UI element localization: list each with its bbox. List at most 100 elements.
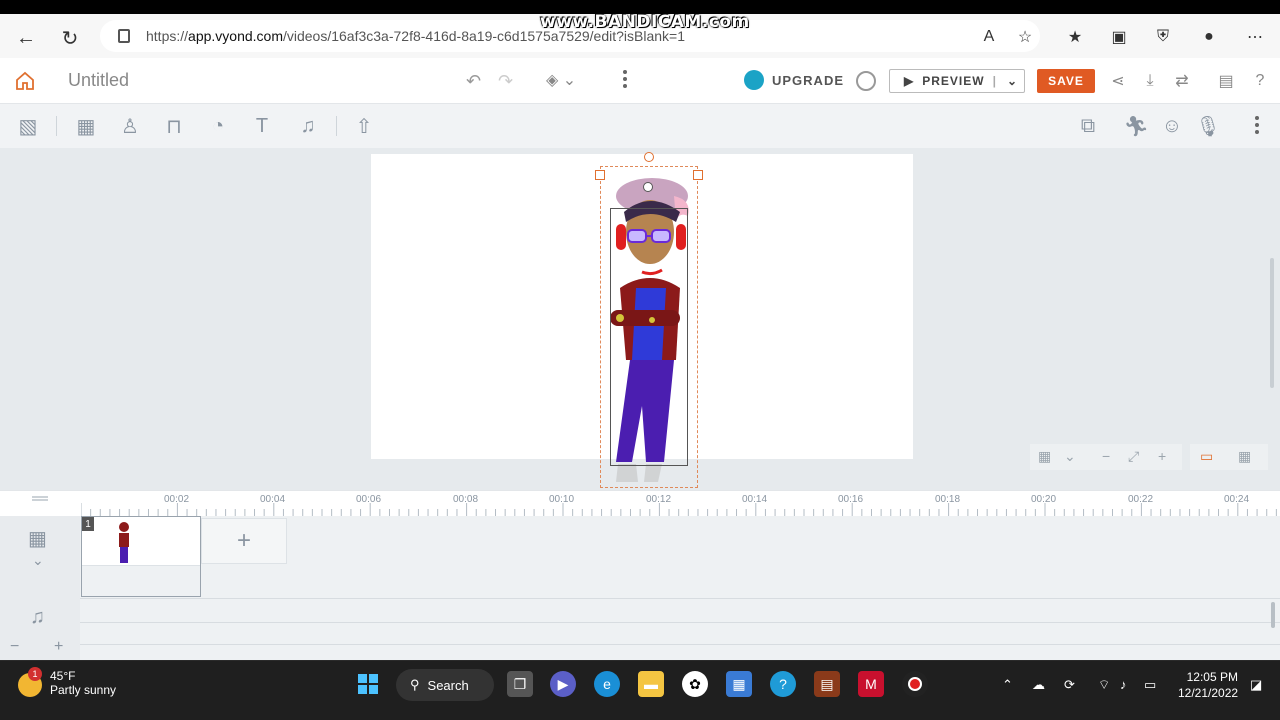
file-explorer-icon[interactable]: ▬ — [638, 671, 664, 697]
zoom-out-timeline[interactable]: − — [10, 638, 19, 656]
add-scene-button[interactable]: + — [201, 518, 287, 564]
openai-icon[interactable]: ✿ — [682, 671, 708, 697]
read-aloud-icon[interactable]: A — [978, 26, 1000, 48]
crop-handle[interactable] — [643, 182, 653, 192]
single-view-icon[interactable]: ▭ — [1200, 448, 1213, 465]
scene-number: 1 — [82, 517, 94, 531]
undo-icon[interactable]: ↶ — [466, 71, 481, 92]
weather-text: 45°F Partly sunny — [50, 669, 116, 697]
layers-icon[interactable]: ◈ ⌄ — [546, 70, 576, 90]
multi-view-icon[interactable]: ▦ — [1238, 448, 1251, 465]
chevron-up-icon[interactable]: ⌃ — [1002, 677, 1013, 693]
notification-icon[interactable]: ◪ — [1250, 677, 1262, 693]
add-favorite-icon[interactable]: ☆ — [1014, 26, 1036, 48]
search-icon: ⚲ — [410, 677, 420, 692]
grid-icon[interactable]: ▦ — [1038, 448, 1051, 465]
backgrounds-icon[interactable]: ▦ — [74, 114, 98, 138]
help-icon[interactable]: ? — [1250, 70, 1270, 92]
redo-icon[interactable]: ↷ — [498, 71, 513, 92]
audio-icon[interactable]: ♫ — [296, 114, 320, 138]
weather-badge: 1 — [28, 667, 42, 681]
start-icon[interactable] — [355, 671, 381, 697]
timeline-ruler[interactable]: 00:02 00:04 00:06 00:08 00:10 00:12 00:1… — [0, 490, 1280, 517]
characters-icon[interactable]: ♙ — [118, 114, 142, 138]
chevron-down-icon[interactable]: ⌄ — [32, 552, 44, 569]
toolbar-divider — [336, 116, 337, 136]
upload-icon[interactable]: ⇧ — [352, 114, 376, 138]
settings-icon[interactable] — [856, 71, 876, 91]
chevron-down-icon[interactable]: ⌄ — [1007, 74, 1018, 88]
microphone-icon[interactable]: 🎙︎ — [1195, 114, 1220, 138]
record-icon[interactable] — [902, 671, 928, 697]
preview-label: PREVIEW — [922, 74, 985, 88]
search-label: Search — [427, 677, 469, 693]
app-header: Untitled ↶ ↷ ◈ ⌄ UPGRADE ▶ PREVIEW | ⌄ S… — [0, 58, 1280, 104]
crop-box — [610, 208, 688, 466]
zoom-controls: ▦ ⌄ − ⤢ + — [1030, 444, 1182, 470]
expression-icon[interactable]: ☺ — [1160, 114, 1184, 138]
view-toggle: ▭ ▦ — [1190, 444, 1268, 470]
download-icon[interactable]: ⤓ — [1140, 70, 1160, 92]
weather-widget[interactable]: 1 45°F Partly sunny — [18, 667, 116, 697]
play-icon: ▶ — [904, 74, 915, 88]
profile-icon[interactable]: ● — [1198, 26, 1220, 48]
chat-icon[interactable]: ▶ — [550, 671, 576, 697]
favorites-icon[interactable]: ★ — [1064, 26, 1086, 48]
chevron-down-icon[interactable]: ⌄ — [1064, 448, 1076, 465]
mcafee-icon[interactable]: M — [858, 671, 884, 697]
bandicam-watermark: www.BANDICAM.com — [540, 12, 750, 32]
onedrive-icon[interactable]: ☁ — [1032, 677, 1045, 693]
scene-track-icon[interactable]: ▦ — [28, 526, 47, 551]
text-icon[interactable]: T — [250, 114, 274, 138]
charts-icon[interactable]: ◔ — [206, 114, 230, 138]
toolbar-more-icon[interactable] — [1254, 116, 1260, 134]
help-app-icon[interactable]: ? — [770, 671, 796, 697]
weather-desc: Partly sunny — [50, 683, 117, 697]
share-icon[interactable]: ⋖ — [1108, 70, 1128, 92]
translate-icon[interactable]: ⇄ — [1172, 70, 1192, 92]
taskbar-search[interactable]: ⚲ Search — [396, 669, 494, 701]
collections-icon[interactable]: ▣ — [1108, 26, 1130, 48]
back-icon[interactable]: ← — [14, 26, 38, 50]
reload-icon[interactable]: ↻ — [58, 26, 82, 50]
notes-icon[interactable]: ▤ — [1216, 70, 1236, 92]
action-icon[interactable]: 🏃︎ — [1123, 114, 1148, 138]
timeline: ▦ ⌄ ♫ − + 1 + — [0, 516, 1280, 660]
toolbar-divider — [56, 116, 57, 136]
save-button[interactable]: SAVE — [1037, 69, 1095, 93]
weather-temp: 45°F — [50, 669, 76, 683]
zoom-in-timeline[interactable]: + — [54, 638, 63, 656]
audio-track-icon[interactable]: ♫ — [30, 606, 45, 629]
battery-icon[interactable]: ▭ — [1144, 677, 1156, 693]
wifi-icon[interactable]: ⌔ — [1098, 677, 1110, 693]
more-menu-icon[interactable] — [622, 70, 628, 88]
templates-icon[interactable]: ▧ — [16, 114, 40, 138]
props-icon[interactable]: ⊓ — [162, 114, 186, 138]
ruler-handle[interactable] — [32, 496, 48, 498]
stage-scrollbar[interactable] — [1270, 258, 1274, 388]
swap-icon[interactable]: ⧉ — [1076, 114, 1100, 138]
sync-icon[interactable]: ⟳ — [1064, 677, 1075, 693]
url-host: app.vyond.com — [188, 28, 283, 44]
store-icon[interactable]: ▦ — [726, 671, 752, 697]
timeline-scrollbar[interactable] — [1271, 602, 1275, 628]
zoom-in-icon[interactable]: + — [1158, 448, 1166, 464]
edge-icon[interactable]: e — [594, 671, 620, 697]
resize-handle-top-right[interactable] — [693, 170, 703, 180]
home-icon[interactable] — [14, 70, 36, 92]
more-icon[interactable]: ⋯ — [1244, 26, 1266, 48]
upgrade-button[interactable]: UPGRADE — [744, 70, 844, 90]
volume-icon[interactable]: ♪ — [1120, 677, 1127, 692]
preview-button[interactable]: ▶ PREVIEW | ⌄ — [889, 69, 1025, 93]
project-title[interactable]: Untitled — [68, 70, 129, 91]
zoom-out-icon[interactable]: − — [1102, 448, 1110, 464]
weather-icon: 1 — [18, 667, 42, 697]
rotate-handle[interactable] — [644, 152, 654, 162]
resize-handle-top-left[interactable] — [595, 170, 605, 180]
fit-icon[interactable]: ⤢ — [1128, 448, 1139, 465]
scene-thumbnail[interactable]: 1 — [81, 516, 201, 597]
browser-essentials-icon[interactable]: ⛨ — [1152, 26, 1174, 48]
winrar-icon[interactable]: ▤ — [814, 671, 840, 697]
clock[interactable]: 12:05 PM 12/21/2022 — [1178, 669, 1238, 701]
task-view-icon[interactable]: ❐ — [507, 671, 533, 697]
